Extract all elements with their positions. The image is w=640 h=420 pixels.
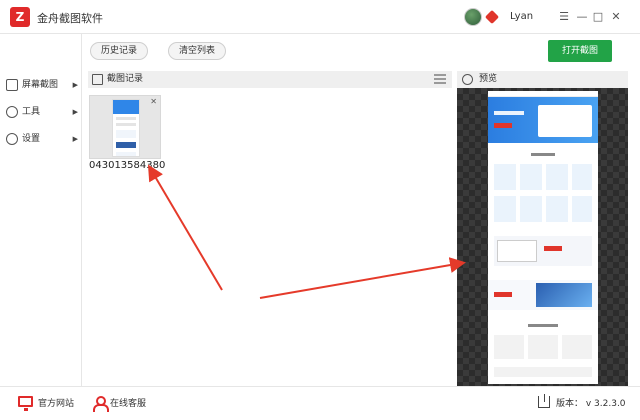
vip-diamond-icon[interactable]: [484, 9, 500, 25]
open-screenshot-button[interactable]: 打开截图: [548, 40, 612, 62]
preview-panel-header: 预览: [457, 71, 628, 88]
preview-area: [457, 88, 628, 386]
sidebar: 屏幕截图 ▶ 工具 ▶ 设置 ▶: [0, 34, 82, 386]
records-panel-title: 截图记录: [107, 74, 144, 84]
close-button[interactable]: ✕: [609, 10, 623, 24]
chevron-right-icon: ▶: [72, 108, 78, 116]
support-agent-icon: [93, 396, 109, 412]
menu-icon[interactable]: ☰: [557, 10, 571, 24]
website-link[interactable]: 官方网站: [38, 397, 74, 411]
app-logo-icon: Z: [10, 7, 30, 27]
sidebar-item-settings[interactable]: 设置 ▶: [6, 130, 80, 148]
preview-image: [488, 91, 598, 384]
document-icon: [92, 74, 103, 85]
avatar[interactable]: [464, 8, 482, 26]
chevron-right-icon: ▶: [72, 81, 78, 89]
title-bar: Z 金舟截图软件 Lyan ☰ — □ ✕: [0, 0, 640, 34]
records-panel-header: 截图记录: [88, 71, 452, 88]
gear-icon: [6, 133, 18, 145]
history-button[interactable]: 历史记录: [90, 42, 149, 60]
support-link[interactable]: 在线客服: [110, 397, 146, 411]
arrow-to-thumbnail: [147, 164, 223, 291]
screen-capture-icon: [6, 79, 18, 91]
version-label: 版本： v 3.2.3.0: [556, 399, 626, 409]
chevron-right-icon: ▶: [72, 135, 78, 143]
sidebar-item-screen-capture[interactable]: 屏幕截图 ▶: [6, 76, 80, 94]
username[interactable]: Lyan: [510, 11, 533, 22]
clear-list-button[interactable]: 清空列表: [168, 42, 227, 60]
download-icon[interactable]: [538, 394, 550, 408]
sidebar-item-label: 工具: [22, 107, 41, 117]
screenshot-thumbnail[interactable]: ✕: [89, 95, 161, 159]
status-bar: 官方网站 在线客服 版本： v 3.2.3.0: [0, 386, 640, 420]
maximize-button[interactable]: □: [591, 10, 605, 24]
eye-icon: [462, 74, 473, 85]
list-view-icon[interactable]: [434, 74, 446, 84]
sidebar-item-label: 屏幕截图: [22, 80, 59, 90]
app-title: 金舟截图软件: [37, 12, 103, 25]
close-icon[interactable]: ✕: [150, 97, 157, 106]
thumbnail-name: 043013584380: [89, 160, 166, 171]
sidebar-item-label: 设置: [22, 134, 41, 144]
minimize-button[interactable]: —: [575, 10, 589, 24]
tools-icon: [6, 106, 18, 118]
preview-panel-title: 预览: [479, 74, 498, 84]
monitor-icon: [18, 396, 33, 411]
sidebar-item-tools[interactable]: 工具 ▶: [6, 103, 80, 121]
thumbnail-image: [112, 99, 140, 157]
arrow-to-preview: [259, 257, 466, 299]
